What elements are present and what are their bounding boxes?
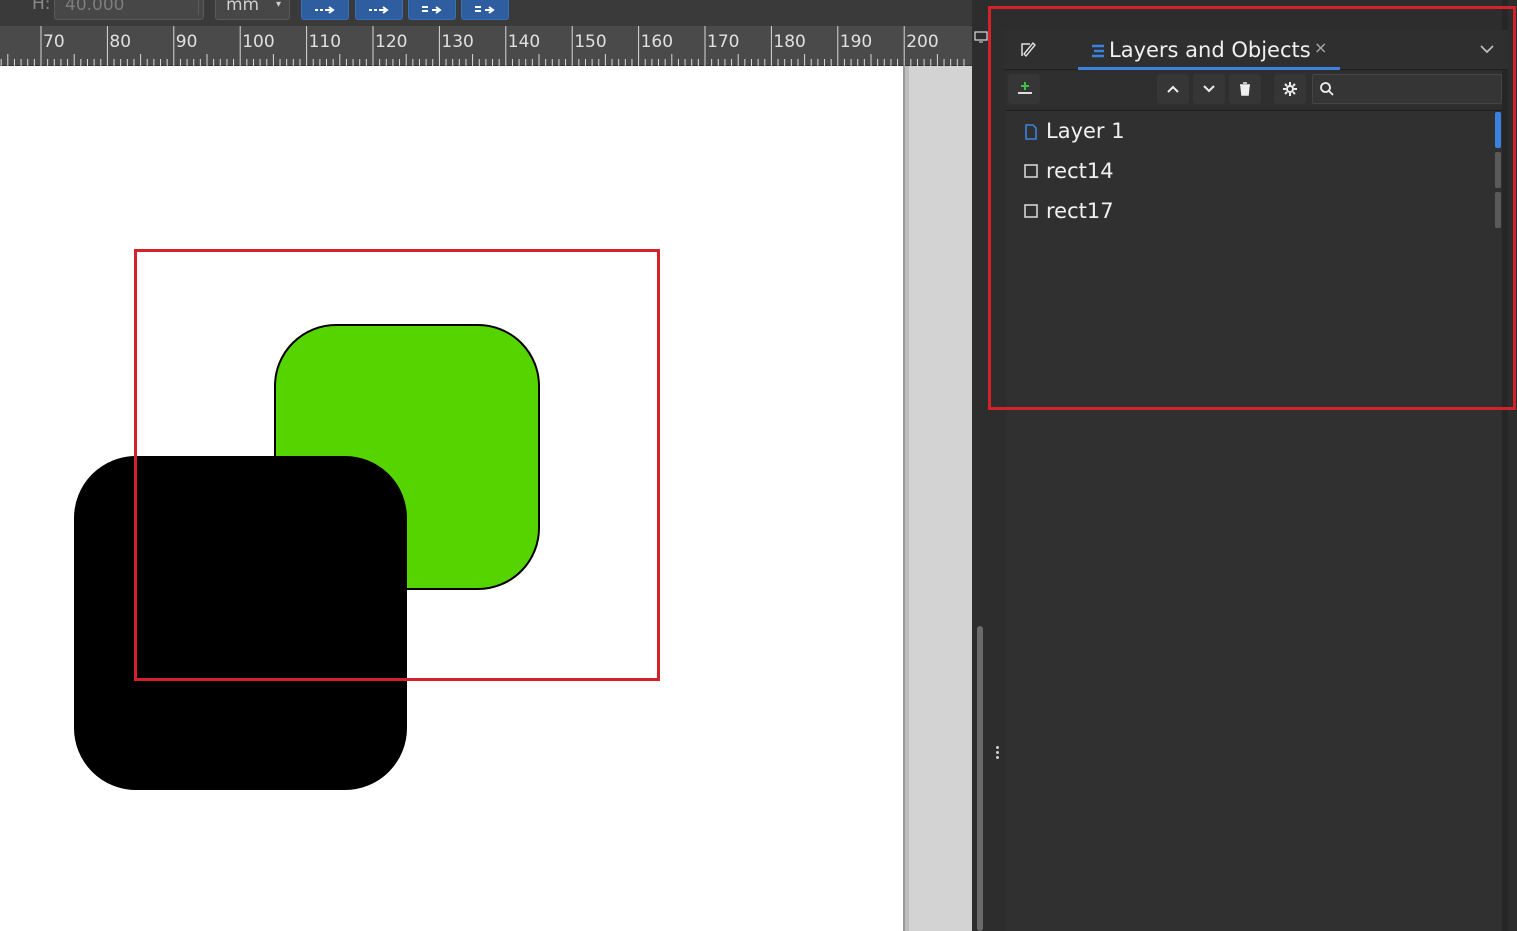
move-icon <box>422 6 442 14</box>
tree-row-label: rect17 <box>1046 199 1114 223</box>
rect17-shape[interactable] <box>74 456 407 790</box>
unit-value: mm <box>226 0 260 15</box>
ruler-tick-label: 130 <box>441 32 474 52</box>
gear-icon <box>1283 82 1297 96</box>
tree-row-rect14[interactable]: rect14 <box>1014 154 1494 190</box>
layers-tree[interactable] <box>1006 110 1502 931</box>
add-layer-button[interactable] <box>1008 74 1040 104</box>
row-indicator <box>1495 192 1501 228</box>
height-label: H: <box>32 0 51 14</box>
ruler-tick-label: 100 <box>242 32 275 52</box>
tab-label: Layers and Objects <box>1109 38 1311 62</box>
chevron-down-icon: ▾ <box>275 0 281 10</box>
ruler-tick-label: 80 <box>109 32 132 52</box>
search-input[interactable] <box>1341 77 1496 101</box>
unit-select[interactable]: mm ▾ <box>215 0 290 20</box>
settings-button[interactable] <box>1274 74 1306 104</box>
inkscape-window: H: 40.000 mm ▾ 70 80 90 100 110 120 130 140 150 1… <box>0 0 1517 931</box>
delete-button[interactable] <box>1229 74 1261 104</box>
splitter-handle-icon[interactable] <box>996 746 999 761</box>
row-indicator <box>1495 152 1501 188</box>
horizontal-ruler[interactable]: 70 80 90 100 110 120 130 140 150 160 170 180 190 200 <box>0 26 972 66</box>
scale-corners-button[interactable] <box>355 0 403 20</box>
canvas-vertical-scrollbar[interactable] <box>977 626 983 931</box>
ruler-tick-label: 110 <box>308 32 342 52</box>
chevron-up-icon <box>1167 85 1179 93</box>
raise-button[interactable] <box>1157 74 1189 104</box>
move-gradients-button[interactable] <box>408 0 456 20</box>
ruler-tick-label: 200 <box>906 32 939 52</box>
close-icon[interactable]: × <box>1314 38 1327 57</box>
row-indicator <box>1495 112 1501 148</box>
dock-edge <box>1502 0 1508 931</box>
move-icon <box>369 6 389 14</box>
layers-icon <box>1092 44 1104 58</box>
search-icon <box>1320 82 1334 96</box>
chevron-down-icon <box>1203 85 1215 93</box>
ruler-tick-label: 70 <box>43 32 65 52</box>
ruler-tick-label: 180 <box>773 32 806 52</box>
chevron-down-icon[interactable] <box>1478 40 1496 58</box>
move-icon <box>475 6 495 14</box>
scale-stroke-button[interactable] <box>301 0 349 20</box>
ruler-tick-label: 160 <box>640 32 674 52</box>
ruler-tick-label: 140 <box>507 32 541 52</box>
display-icon[interactable] <box>973 30 989 44</box>
tree-row-layer-1[interactable]: Layer 1 <box>1014 114 1494 150</box>
move-patterns-button[interactable] <box>461 0 509 20</box>
ruler-tick-label: 120 <box>375 32 408 52</box>
height-input[interactable]: 40.000 <box>54 0 204 20</box>
tree-row-label: rect14 <box>1046 159 1114 183</box>
trash-icon <box>1240 82 1250 96</box>
height-value: 40.000 <box>65 0 125 15</box>
pen-icon <box>1021 41 1036 58</box>
tab-layers-and-objects[interactable]: Layers and Objects <box>1078 34 1340 70</box>
tree-row-rect17[interactable]: rect17 <box>1014 194 1494 230</box>
tree-row-indicators <box>1495 112 1501 230</box>
tab-fill-stroke[interactable] <box>1018 38 1048 66</box>
search-field[interactable] <box>1312 74 1502 104</box>
rect-icon <box>1024 204 1038 218</box>
move-icon <box>315 6 335 14</box>
ruler-ticks <box>0 26 965 66</box>
lower-button[interactable] <box>1193 74 1225 104</box>
ruler-tick-label: 90 <box>175 32 198 52</box>
ruler-tick-label: 170 <box>707 32 740 52</box>
ruler-tick-label: 190 <box>839 32 873 52</box>
tree-row-label: Layer 1 <box>1046 119 1125 143</box>
ruler-tick-label: 150 <box>574 32 607 52</box>
spin-divider <box>198 0 199 15</box>
page-shadow <box>905 66 909 931</box>
tool-controls-bar: H: 40.000 mm ▾ <box>0 0 972 26</box>
rect-icon <box>1024 164 1038 178</box>
layer-icon <box>1025 124 1037 140</box>
add-layer-icon <box>1018 82 1032 94</box>
